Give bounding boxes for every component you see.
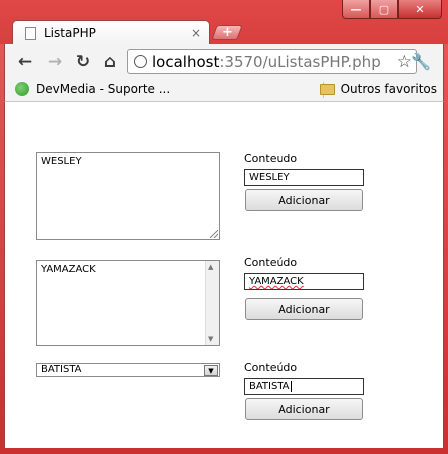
- reload-icon[interactable]: ↻: [73, 52, 93, 72]
- resize-grip-icon[interactable]: [210, 230, 218, 238]
- adicionar-button-3[interactable]: Adicionar: [245, 398, 363, 420]
- browser-window: — ▢ ✕ ListaPHP × + ← → ↻ ⌂ localhost:357…: [0, 0, 448, 454]
- listbox-field[interactable]: YAMAZACK ▲ ▼: [36, 260, 220, 346]
- adicionar-button-1[interactable]: Adicionar: [245, 189, 363, 211]
- window-controls: — ▢ ✕: [342, 0, 442, 20]
- title-bar[interactable]: — ▢ ✕ ListaPHP × +: [0, 0, 448, 45]
- conteudo-input-2[interactable]: YAMAZACK: [244, 273, 364, 290]
- conteudo-label-1: Conteudo: [244, 152, 298, 165]
- select-dropdown[interactable]: BATISTA ▼: [36, 363, 220, 377]
- home-icon[interactable]: ⌂: [100, 52, 120, 72]
- star-icon[interactable]: ☆: [397, 52, 412, 72]
- conteudo-input-1[interactable]: WESLEY: [244, 169, 364, 186]
- wrench-icon[interactable]: 🔧: [411, 52, 431, 71]
- bookmark-folder-label: Outros favoritos: [340, 82, 437, 96]
- maximize-icon[interactable]: ▢: [370, 0, 398, 19]
- conteudo-input-3[interactable]: BATISTA: [244, 378, 364, 395]
- url-text: localhost:3570/uListasPHP.php: [152, 53, 397, 71]
- adicionar-button-2[interactable]: Adicionar: [245, 298, 363, 320]
- input-value-1: WESLEY: [249, 172, 290, 183]
- input-value-3: BATISTA: [249, 381, 290, 392]
- page-content: WESLEY Conteudo WESLEY Adicionar YAMAZAC…: [4, 102, 444, 448]
- dropdown-arrow-icon[interactable]: ▼: [204, 365, 218, 376]
- page-icon: [25, 26, 36, 40]
- back-arrow-icon[interactable]: ←: [15, 52, 35, 72]
- conteudo-label-3: Conteúdo: [244, 361, 298, 374]
- bookmark-devmedia[interactable]: DevMedia - Suporte ...: [15, 82, 170, 96]
- textarea-value: WESLEY: [41, 156, 82, 167]
- scroll-up-arrow-icon[interactable]: ▲: [208, 263, 213, 271]
- forward-arrow-icon[interactable]: →: [45, 52, 65, 72]
- browser-tab[interactable]: ListaPHP ×: [12, 20, 210, 45]
- bookmark-other-favorites[interactable]: Outros favoritos: [319, 82, 437, 96]
- input-value-2: YAMAZACK: [249, 276, 304, 287]
- bookmark-label: DevMedia - Suporte ...: [36, 82, 171, 96]
- listbox-item[interactable]: YAMAZACK: [41, 264, 96, 275]
- folder-icon: [319, 83, 335, 95]
- url-path: :3570/uListasPHP.php: [219, 52, 381, 71]
- select-value: BATISTA: [41, 364, 82, 375]
- conteudo-label-2: Conteúdo: [244, 256, 298, 269]
- close-icon[interactable]: ✕: [398, 0, 442, 19]
- url-host: localhost: [152, 52, 220, 71]
- plus-icon: +: [221, 25, 233, 40]
- textarea-field[interactable]: WESLEY: [36, 152, 220, 240]
- minimize-icon[interactable]: —: [342, 0, 370, 19]
- tab-close-icon[interactable]: ×: [191, 26, 201, 40]
- text-caret: [290, 380, 292, 392]
- devmedia-favicon-icon: [15, 82, 29, 96]
- page-info-icon[interactable]: [134, 55, 147, 68]
- new-tab-button[interactable]: +: [211, 25, 243, 40]
- navigation-toolbar: ← → ↻ ⌂ localhost:3570/uListasPHP.php ☆ …: [4, 44, 444, 79]
- address-bar[interactable]: localhost:3570/uListasPHP.php ☆: [127, 49, 417, 74]
- tab-title: ListaPHP: [44, 26, 96, 40]
- bookmarks-bar: DevMedia - Suporte ... Outros favoritos: [4, 79, 444, 102]
- scroll-down-arrow-icon[interactable]: ▼: [208, 335, 213, 343]
- listbox-scrollbar[interactable]: ▲ ▼: [205, 261, 219, 345]
